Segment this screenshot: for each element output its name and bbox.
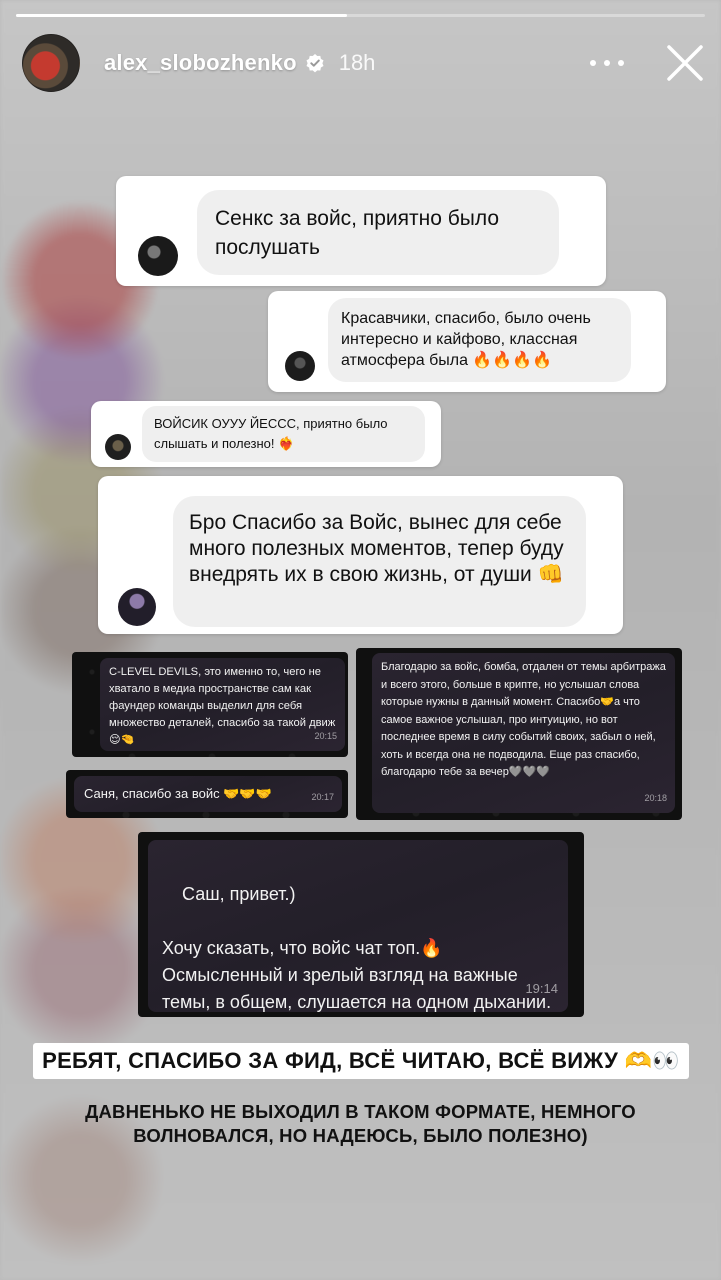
story-caption-secondary: ДАВНЕНЬКО НЕ ВЫХОДИЛ В ТАКОМ ФОРМАТЕ, НЕ… (40, 1100, 681, 1148)
telegram-message-card: Благодарю за войс, бомба, отдален от тем… (356, 648, 682, 820)
telegram-text: Саня, спасибо за войс 🤝🤝🤝 (84, 786, 272, 801)
story-time: 18h (338, 50, 376, 75)
comment-bubble: Бро Спасибо за Войс, вынес для себе мног… (173, 496, 586, 627)
telegram-bubble: Саш, привет.) Хочу сказать, что войс чат… (148, 840, 568, 1012)
comment-card: Бро Спасибо за Войс, вынес для себе мног… (98, 476, 623, 634)
comment-card: ВОЙСИК ОУУУ ЙЕССС, приятно было слышать … (91, 401, 441, 467)
caption-text: РЕБЯТ, СПАСИБО ЗА ФИД, ВСЁ ЧИТАЮ, ВСЁ ВИ… (42, 1048, 680, 1073)
story-progress-bar (16, 14, 705, 17)
telegram-bubble: C-LEVEL DEVILS, это именно то, чего не х… (100, 658, 345, 751)
comment-text: ВОЙСИК ОУУУ ЙЕССС, приятно было слышать … (154, 416, 388, 451)
commenter-avatar (118, 588, 156, 626)
comment-card: Сенкс за войс, приятно было послушать (116, 176, 606, 286)
comment-text: Бро Спасибо за Войс, вынес для себе мног… (189, 511, 564, 586)
comment-card: Красавчики, спасибо, было очень интересн… (268, 291, 666, 392)
story-progress-fill (16, 14, 347, 17)
story-caption-primary: РЕБЯТ, СПАСИБО ЗА ФИД, ВСЁ ЧИТАЮ, ВСЁ ВИ… (33, 1043, 689, 1079)
telegram-message-card: Саня, спасибо за войс 🤝🤝🤝 20:17 (66, 770, 348, 818)
telegram-bubble: Саня, спасибо за войс 🤝🤝🤝 20:17 (74, 776, 342, 812)
message-time: 20:15 (314, 731, 337, 741)
verified-badge-icon (305, 53, 325, 73)
close-icon[interactable] (664, 42, 706, 84)
commenter-avatar (105, 434, 131, 460)
caption-text: ДАВНЕНЬКО НЕ ВЫХОДИЛ В ТАКОМ ФОРМАТЕ, НЕ… (85, 1101, 636, 1146)
commenter-avatar (285, 351, 315, 381)
story-header: alex_slobozhenko 18h (22, 34, 706, 92)
commenter-avatar (138, 236, 178, 276)
telegram-message-card: C-LEVEL DEVILS, это именно то, чего не х… (72, 652, 348, 757)
telegram-text: Благодарю за войс, бомба, отдален от тем… (381, 661, 666, 778)
comment-text: Сенкс за войс, приятно было послушать (215, 207, 500, 259)
message-time: 19:14 (525, 981, 558, 996)
profile-avatar[interactable] (22, 34, 80, 92)
comment-bubble: Сенкс за войс, приятно было послушать (197, 190, 559, 275)
username[interactable]: alex_slobozhenko (104, 50, 297, 76)
telegram-text: Саш, привет.) Хочу сказать, что войс чат… (162, 884, 552, 1012)
comment-bubble: ВОЙСИК ОУУУ ЙЕССС, приятно было слышать … (142, 406, 425, 462)
message-time: 20:18 (644, 792, 667, 803)
message-time: 20:17 (311, 792, 334, 802)
telegram-bubble: Благодарю за войс, бомба, отдален от тем… (372, 653, 675, 813)
comment-text: Красавчики, спасибо, было очень интересн… (341, 310, 591, 369)
comment-bubble: Красавчики, спасибо, было очень интересн… (328, 298, 631, 382)
telegram-text: C-LEVEL DEVILS, это именно то, чего не х… (109, 666, 336, 746)
telegram-message-card: Саш, привет.) Хочу сказать, что войс чат… (138, 832, 584, 1017)
more-dots-icon[interactable] (590, 48, 624, 78)
